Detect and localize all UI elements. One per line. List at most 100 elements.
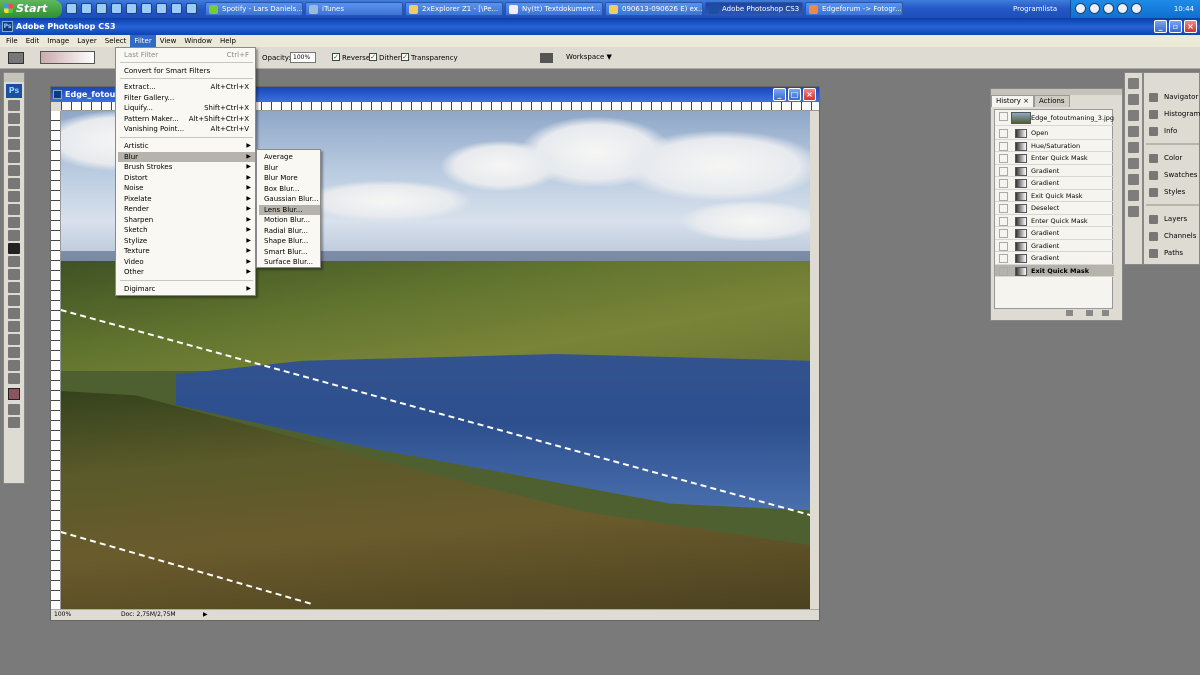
panel-navigator[interactable]: Navigator xyxy=(1146,90,1200,104)
tab-history[interactable]: History × xyxy=(991,95,1034,107)
menu-item-pattern-maker[interactable]: Pattern Maker... Alt+Shift+Ctrl+X xyxy=(118,114,255,125)
history-step[interactable]: Gradient xyxy=(995,177,1114,190)
healing-brush-tool-icon[interactable] xyxy=(8,178,20,189)
menu-item-distort[interactable]: Distort ▶ xyxy=(118,173,255,184)
path-selection-tool-icon[interactable] xyxy=(8,308,20,319)
paragraph-icon[interactable] xyxy=(1128,190,1139,201)
menu-item-stylize[interactable]: Stylize ▶ xyxy=(118,236,255,247)
eyedropper-tool-icon[interactable] xyxy=(8,347,20,358)
menu-layer[interactable]: Layer xyxy=(73,35,101,47)
taskbar-button-explorer[interactable]: 2xExplorer Z1 - [\Pe... xyxy=(405,2,503,16)
panel-info[interactable]: Info xyxy=(1146,124,1200,138)
history-step[interactable]: Gradient xyxy=(995,240,1114,252)
eraser-tool-icon[interactable] xyxy=(8,230,20,241)
quicklaunch-icon[interactable] xyxy=(186,3,197,14)
panel-color[interactable]: Color xyxy=(1146,151,1200,165)
quicklaunch-icon[interactable] xyxy=(126,3,137,14)
menu-item-noise[interactable]: Noise ▶ xyxy=(118,183,255,194)
workspace-button[interactable]: Workspace ▼ xyxy=(566,53,612,61)
menu-item-liquify[interactable]: Liquify... Shift+Ctrl+X xyxy=(118,103,255,114)
panel-styles[interactable]: Styles xyxy=(1146,185,1200,199)
minimize-icon[interactable]: _ xyxy=(1154,20,1167,33)
create-snapshot-icon[interactable] xyxy=(1086,310,1093,316)
notes-icon[interactable] xyxy=(1128,206,1139,217)
menu-edit[interactable]: Edit xyxy=(22,35,44,47)
menu-item-artistic[interactable]: Artistic ▶ xyxy=(118,141,255,152)
panel-histogram[interactable]: Histogram xyxy=(1146,107,1200,121)
type-tool-icon[interactable] xyxy=(8,295,20,306)
menu-item-video[interactable]: Video ▶ xyxy=(118,257,255,268)
minimize-icon[interactable]: _ xyxy=(773,88,786,101)
screen-mode-icon[interactable] xyxy=(8,417,20,428)
menu-item-sketch[interactable]: Sketch ▶ xyxy=(118,225,255,236)
slice-tool-icon[interactable] xyxy=(8,165,20,176)
menu-help[interactable]: Help xyxy=(216,35,240,47)
quicklaunch-icon[interactable] xyxy=(66,3,77,14)
magic-wand-tool-icon[interactable] xyxy=(8,139,20,150)
submenu-item-blur-more[interactable]: Blur More xyxy=(259,173,320,184)
history-step[interactable]: Hue/Saturation xyxy=(995,140,1114,152)
tray-icon[interactable] xyxy=(1089,3,1100,14)
history-snapshot[interactable]: Edge_fotoutmaning_3.jpg xyxy=(995,110,1114,126)
menu-item-other[interactable]: Other ▶ xyxy=(118,267,255,278)
menu-item-vanishing-point[interactable]: Vanishing Point... Alt+Ctrl+V xyxy=(118,124,255,135)
notes-tool-icon[interactable] xyxy=(8,334,20,345)
menu-image[interactable]: Image xyxy=(43,35,73,47)
transparency-checkbox[interactable]: ✓ xyxy=(401,53,409,61)
gradient-tool-preset-icon[interactable] xyxy=(8,52,24,64)
menu-item-pixelate[interactable]: Pixelate ▶ xyxy=(118,194,255,205)
close-icon[interactable]: × xyxy=(1184,20,1197,33)
new-document-from-state-icon[interactable] xyxy=(1066,310,1073,316)
quicklaunch-icon[interactable] xyxy=(141,3,152,14)
programlista-label[interactable]: Programlista xyxy=(1013,5,1057,13)
restore-icon[interactable]: ▫ xyxy=(1169,20,1182,33)
quicklaunch-icon[interactable] xyxy=(96,3,107,14)
panel-swatches[interactable]: Swatches xyxy=(1146,168,1200,182)
panel-channels[interactable]: Channels xyxy=(1146,229,1200,243)
actions-icon[interactable] xyxy=(1128,158,1139,169)
zoom-level[interactable]: 100% xyxy=(54,610,71,620)
taskbar-button-itunes[interactable]: iTunes xyxy=(305,2,403,16)
hand-tool-icon[interactable] xyxy=(8,360,20,371)
quick-mask-icon[interactable] xyxy=(8,404,20,415)
menu-item-convert-smart-filters[interactable]: Convert for Smart Filters xyxy=(118,66,255,77)
submenu-item-box-blur[interactable]: Box Blur... xyxy=(259,184,320,195)
quicklaunch-icon[interactable] xyxy=(81,3,92,14)
tool-presets-icon[interactable] xyxy=(1128,94,1139,105)
brush-tool-icon[interactable] xyxy=(8,191,20,202)
dodge-tool-icon[interactable] xyxy=(8,269,20,280)
tray-icon[interactable] xyxy=(1131,3,1142,14)
clone-source-icon[interactable] xyxy=(1128,142,1139,153)
taskbar-button-folder[interactable]: 090613-090626 E) ex... xyxy=(605,2,703,16)
quicklaunch-icon[interactable] xyxy=(171,3,182,14)
marquee-tool-icon[interactable] xyxy=(8,113,20,124)
history-source-checkbox[interactable] xyxy=(999,112,1008,121)
gradient-tool-icon[interactable] xyxy=(8,243,20,254)
menu-item-sharpen[interactable]: Sharpen ▶ xyxy=(118,215,255,226)
taskbar-button-textdoc[interactable]: Ny(tt) Textdokument... xyxy=(505,2,603,16)
clone-stamp-tool-icon[interactable] xyxy=(8,204,20,215)
pen-tool-icon[interactable] xyxy=(8,282,20,293)
move-tool-icon[interactable] xyxy=(8,100,20,111)
taskbar-button-spotify[interactable]: Spotify - Lars Daniels... xyxy=(205,2,303,16)
menu-item-render[interactable]: Render ▶ xyxy=(118,204,255,215)
gradient-picker[interactable] xyxy=(40,51,95,64)
panel-paths[interactable]: Paths xyxy=(1146,246,1200,260)
history-step[interactable]: Open xyxy=(995,127,1114,140)
shape-tool-icon[interactable] xyxy=(8,321,20,332)
submenu-item-radial-blur[interactable]: Radial Blur... xyxy=(259,226,320,237)
layer-comps-icon[interactable] xyxy=(1128,110,1139,121)
submenu-item-surface-blur[interactable]: Surface Blur... xyxy=(259,257,320,268)
brushes-icon[interactable] xyxy=(1128,78,1139,89)
status-arrow-icon[interactable]: ▶ xyxy=(203,610,208,620)
opacity-field[interactable]: 100% xyxy=(290,52,316,63)
menu-file[interactable]: File xyxy=(2,35,22,47)
history-step[interactable]: Gradient xyxy=(995,252,1114,265)
tools-panel-header[interactable] xyxy=(4,73,24,82)
menu-item-filter-gallery[interactable]: Filter Gallery... xyxy=(118,93,255,104)
start-button[interactable]: Start xyxy=(0,0,62,18)
menu-item-extract[interactable]: Extract... Alt+Ctrl+X xyxy=(118,82,255,93)
trash-icon[interactable] xyxy=(1102,310,1109,316)
submenu-item-gaussian-blur[interactable]: Gaussian Blur... xyxy=(259,194,320,205)
blur-tool-icon[interactable] xyxy=(8,256,20,267)
